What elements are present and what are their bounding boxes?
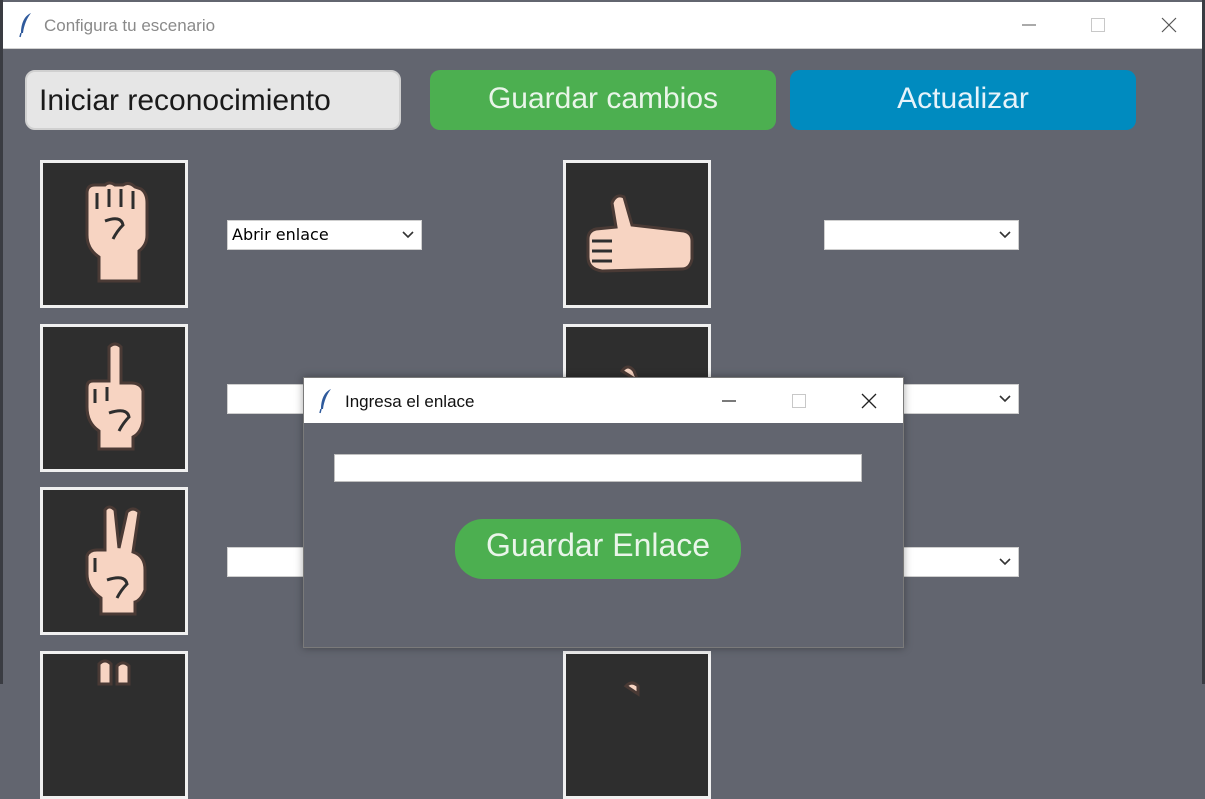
- window-title: Configura tu escenario: [44, 16, 216, 35]
- start-recognition-button[interactable]: Iniciar reconocimiento: [25, 70, 401, 130]
- thumbs-up-icon: [586, 194, 694, 273]
- window-border: [0, 0, 3, 684]
- gesture-action-select[interactable]: [895, 547, 1019, 577]
- titlebar: Configura tu escenario: [3, 2, 1202, 49]
- gesture-tile[interactable]: [40, 324, 188, 472]
- link-dialog: Ingresa el enlace Guardar Enlace: [303, 377, 904, 648]
- link-input[interactable]: [334, 454, 862, 482]
- gesture-action-select[interactable]: [227, 384, 307, 414]
- minimize-icon: [1022, 24, 1036, 26]
- gesture-action-select[interactable]: [824, 220, 1019, 250]
- open-hand-icon: [97, 659, 131, 686]
- gesture-tile[interactable]: [40, 160, 188, 308]
- close-icon: [861, 393, 877, 409]
- close-icon: [1161, 17, 1177, 33]
- index-finger-up-icon: [85, 342, 145, 451]
- minimize-icon: [722, 400, 736, 402]
- maximize-button[interactable]: [1075, 2, 1121, 48]
- gesture-tile[interactable]: [40, 487, 188, 635]
- hand-gesture-icon: [623, 681, 640, 697]
- maximize-icon: [1091, 18, 1105, 32]
- fist-icon: [85, 181, 149, 283]
- feather-icon: [19, 13, 31, 38]
- minimize-button[interactable]: [1006, 2, 1052, 48]
- close-button[interactable]: [1146, 2, 1192, 48]
- chevron-down-icon: [402, 231, 414, 239]
- feather-icon: [319, 389, 331, 414]
- peace-sign-icon: [85, 505, 147, 616]
- gesture-action-select[interactable]: Abrir enlace: [227, 220, 422, 250]
- save-link-button[interactable]: Guardar Enlace: [455, 519, 741, 579]
- chevron-down-icon: [999, 395, 1011, 403]
- dialog-minimize-button[interactable]: [706, 378, 752, 424]
- gesture-action-select[interactable]: [227, 547, 307, 577]
- dialog-maximize-button[interactable]: [776, 378, 822, 424]
- dialog-titlebar: Ingresa el enlace: [304, 378, 903, 423]
- refresh-button[interactable]: Actualizar: [790, 70, 1136, 130]
- dialog-title: Ingresa el enlace: [345, 392, 475, 411]
- select-value: Abrir enlace: [232, 225, 329, 244]
- chevron-down-icon: [999, 231, 1011, 239]
- maximize-icon: [792, 394, 806, 408]
- dialog-close-button[interactable]: [846, 378, 892, 424]
- chevron-down-icon: [999, 558, 1011, 566]
- gesture-action-select[interactable]: [895, 384, 1019, 414]
- gesture-tile[interactable]: [40, 651, 188, 799]
- gesture-tile[interactable]: [563, 651, 711, 799]
- save-changes-button[interactable]: Guardar cambios: [430, 70, 776, 130]
- gesture-tile[interactable]: [563, 160, 711, 308]
